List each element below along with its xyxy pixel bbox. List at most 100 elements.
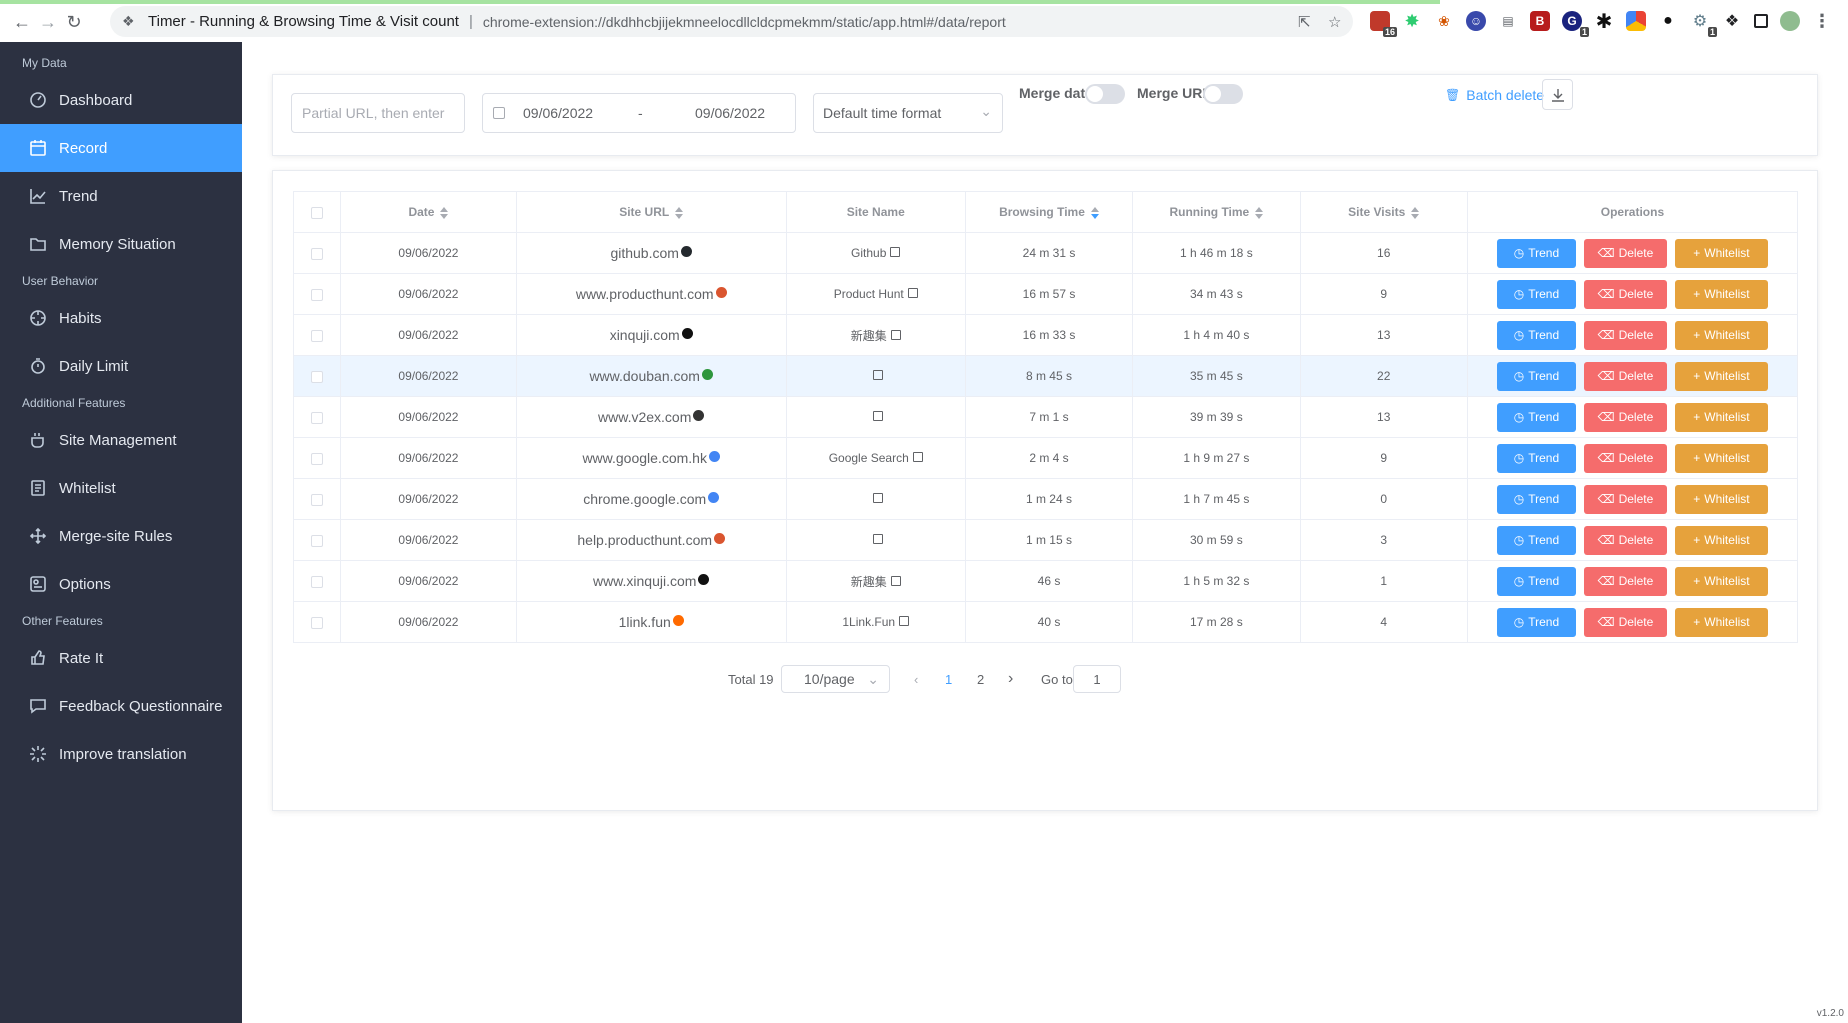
share-icon[interactable]: ⇱: [1298, 13, 1311, 31]
trend-button[interactable]: ◷ Trend: [1496, 402, 1576, 432]
download-button[interactable]: [1542, 79, 1573, 110]
color-ext-icon[interactable]: [1626, 11, 1646, 31]
whitelist-button[interactable]: + Whitelist: [1674, 443, 1768, 473]
edit-icon[interactable]: [872, 370, 883, 380]
header-running-time[interactable]: Running Time: [1132, 191, 1301, 233]
delete-button[interactable]: ⌫ Delete: [1583, 361, 1667, 391]
sort-icon[interactable]: [440, 206, 449, 219]
trend-button[interactable]: ◷ Trend: [1496, 525, 1576, 555]
sidebar-item-options[interactable]: Options: [0, 560, 242, 608]
row-checkbox[interactable]: [311, 288, 324, 301]
select-all-checkbox[interactable]: [311, 206, 324, 219]
whitelist-button[interactable]: + Whitelist: [1674, 484, 1768, 514]
row-checkbox[interactable]: [311, 411, 324, 424]
sort-icon[interactable]: [1090, 206, 1099, 219]
profile-avatar[interactable]: [1780, 11, 1800, 31]
trend-button[interactable]: ◷ Trend: [1496, 566, 1576, 596]
back-icon[interactable]: ←: [12, 12, 32, 32]
address-bar[interactable]: ❖ Timer - Running & Browsing Time & Visi…: [110, 6, 1353, 37]
a11y-ext-icon[interactable]: ☺: [1466, 11, 1486, 31]
row-checkbox[interactable]: [311, 247, 324, 260]
date-end[interactable]: 09/06/2022: [695, 105, 765, 121]
sidebar-item-rate-it[interactable]: Rate It: [0, 634, 242, 682]
sidebar-item-memory-situation[interactable]: Memory Situation: [0, 220, 242, 268]
row-select-cell[interactable]: [292, 519, 342, 561]
goto-input[interactable]: 1: [1073, 665, 1121, 693]
edit-icon[interactable]: [872, 493, 883, 503]
page-number-1[interactable]: 1: [945, 665, 952, 693]
url-filter-input[interactable]: Partial URL, then enter: [291, 93, 465, 133]
next-page-icon[interactable]: ›: [1008, 665, 1013, 693]
site-url-link[interactable]: help.producthunt.com: [577, 532, 712, 548]
trend-button[interactable]: ◷ Trend: [1496, 279, 1576, 309]
page-number-2[interactable]: 2: [977, 665, 984, 693]
row-checkbox[interactable]: [311, 493, 324, 506]
date-range-picker[interactable]: 09/06/2022 - 09/06/2022: [482, 93, 796, 133]
site-url-link[interactable]: chrome.google.com: [583, 491, 706, 507]
delete-button[interactable]: ⌫ Delete: [1583, 525, 1667, 555]
date-start[interactable]: 09/06/2022: [523, 105, 593, 121]
sidebar-item-improve-translation[interactable]: Improve translation: [0, 730, 242, 778]
edit-icon[interactable]: [872, 411, 883, 421]
site-url-link[interactable]: www.google.com.hk: [582, 450, 707, 466]
row-select-cell[interactable]: [292, 232, 342, 274]
sidebar-item-trend[interactable]: Trend: [0, 172, 242, 220]
time-format-select[interactable]: Default time format ⌄: [813, 93, 1003, 133]
row-checkbox[interactable]: [311, 534, 324, 547]
delete-button[interactable]: ⌫ Delete: [1583, 484, 1667, 514]
header-browsing-time[interactable]: Browsing Time: [964, 191, 1134, 233]
delete-button[interactable]: ⌫ Delete: [1583, 566, 1667, 596]
site-url-link[interactable]: xinquji.com: [610, 327, 680, 343]
header-date[interactable]: Date: [340, 191, 517, 233]
gear-ext-icon[interactable]: ⚙ 1: [1690, 11, 1717, 37]
row-checkbox[interactable]: [311, 329, 324, 342]
row-checkbox[interactable]: [311, 575, 324, 588]
whitelist-button[interactable]: + Whitelist: [1674, 279, 1768, 309]
whitelist-button[interactable]: + Whitelist: [1674, 525, 1768, 555]
side-panel-icon[interactable]: [1754, 14, 1768, 28]
edit-icon[interactable]: [890, 329, 901, 340]
asterisk-ext-icon[interactable]: ✱: [1594, 11, 1614, 33]
sidebar-item-daily-limit[interactable]: Daily Limit: [0, 342, 242, 390]
edit-icon[interactable]: [899, 616, 910, 626]
row-select-cell[interactable]: [292, 273, 342, 315]
delete-button[interactable]: ⌫ Delete: [1583, 402, 1667, 432]
trend-button[interactable]: ◷ Trend: [1496, 484, 1576, 514]
delete-button[interactable]: ⌫ Delete: [1583, 320, 1667, 350]
delete-button[interactable]: ⌫ Delete: [1583, 238, 1667, 268]
merge-url-switch[interactable]: [1203, 84, 1243, 104]
menu-kebab-icon[interactable]: ⋮: [1812, 11, 1832, 31]
sidebar-item-site-management[interactable]: Site Management: [0, 416, 242, 464]
store-ext-icon[interactable]: ▤: [1498, 11, 1518, 31]
prev-page-icon[interactable]: ‹: [914, 665, 918, 693]
timer-ext-icon[interactable]: 16: [1370, 11, 1397, 37]
whitelist-button[interactable]: + Whitelist: [1674, 320, 1768, 350]
sidebar-item-whitelist[interactable]: Whitelist: [0, 464, 242, 512]
whitelist-button[interactable]: + Whitelist: [1674, 361, 1768, 391]
whitelist-button[interactable]: + Whitelist: [1674, 238, 1768, 268]
sidebar-item-merge-site-rules[interactable]: Merge-site Rules: [0, 512, 242, 560]
sort-icon[interactable]: [675, 206, 684, 219]
sort-icon[interactable]: [1255, 206, 1264, 219]
row-select-cell[interactable]: [292, 601, 342, 643]
edit-icon[interactable]: [890, 247, 901, 257]
alien-ext-icon[interactable]: ●: [1658, 11, 1678, 31]
row-select-cell[interactable]: [292, 314, 342, 356]
row-select-cell[interactable]: [292, 478, 342, 520]
extensions-puzzle-icon[interactable]: ❖: [1722, 11, 1742, 31]
delete-button[interactable]: ⌫ Delete: [1583, 607, 1667, 637]
site-url-link[interactable]: www.douban.com: [589, 368, 700, 384]
row-select-cell[interactable]: [292, 355, 342, 397]
whitelist-button[interactable]: + Whitelist: [1674, 607, 1768, 637]
site-url-link[interactable]: github.com: [610, 245, 678, 261]
fork-ext-icon[interactable]: ❀: [1434, 11, 1454, 31]
forward-icon[interactable]: →: [38, 12, 58, 32]
row-checkbox[interactable]: [311, 370, 324, 383]
edit-icon[interactable]: [907, 288, 918, 298]
row-checkbox[interactable]: [311, 616, 324, 629]
edit-icon[interactable]: [912, 452, 923, 462]
trend-button[interactable]: ◷ Trend: [1496, 320, 1576, 350]
sort-icon[interactable]: [1411, 206, 1420, 219]
whitelist-button[interactable]: + Whitelist: [1674, 402, 1768, 432]
header-site-url[interactable]: Site URL: [515, 191, 787, 233]
